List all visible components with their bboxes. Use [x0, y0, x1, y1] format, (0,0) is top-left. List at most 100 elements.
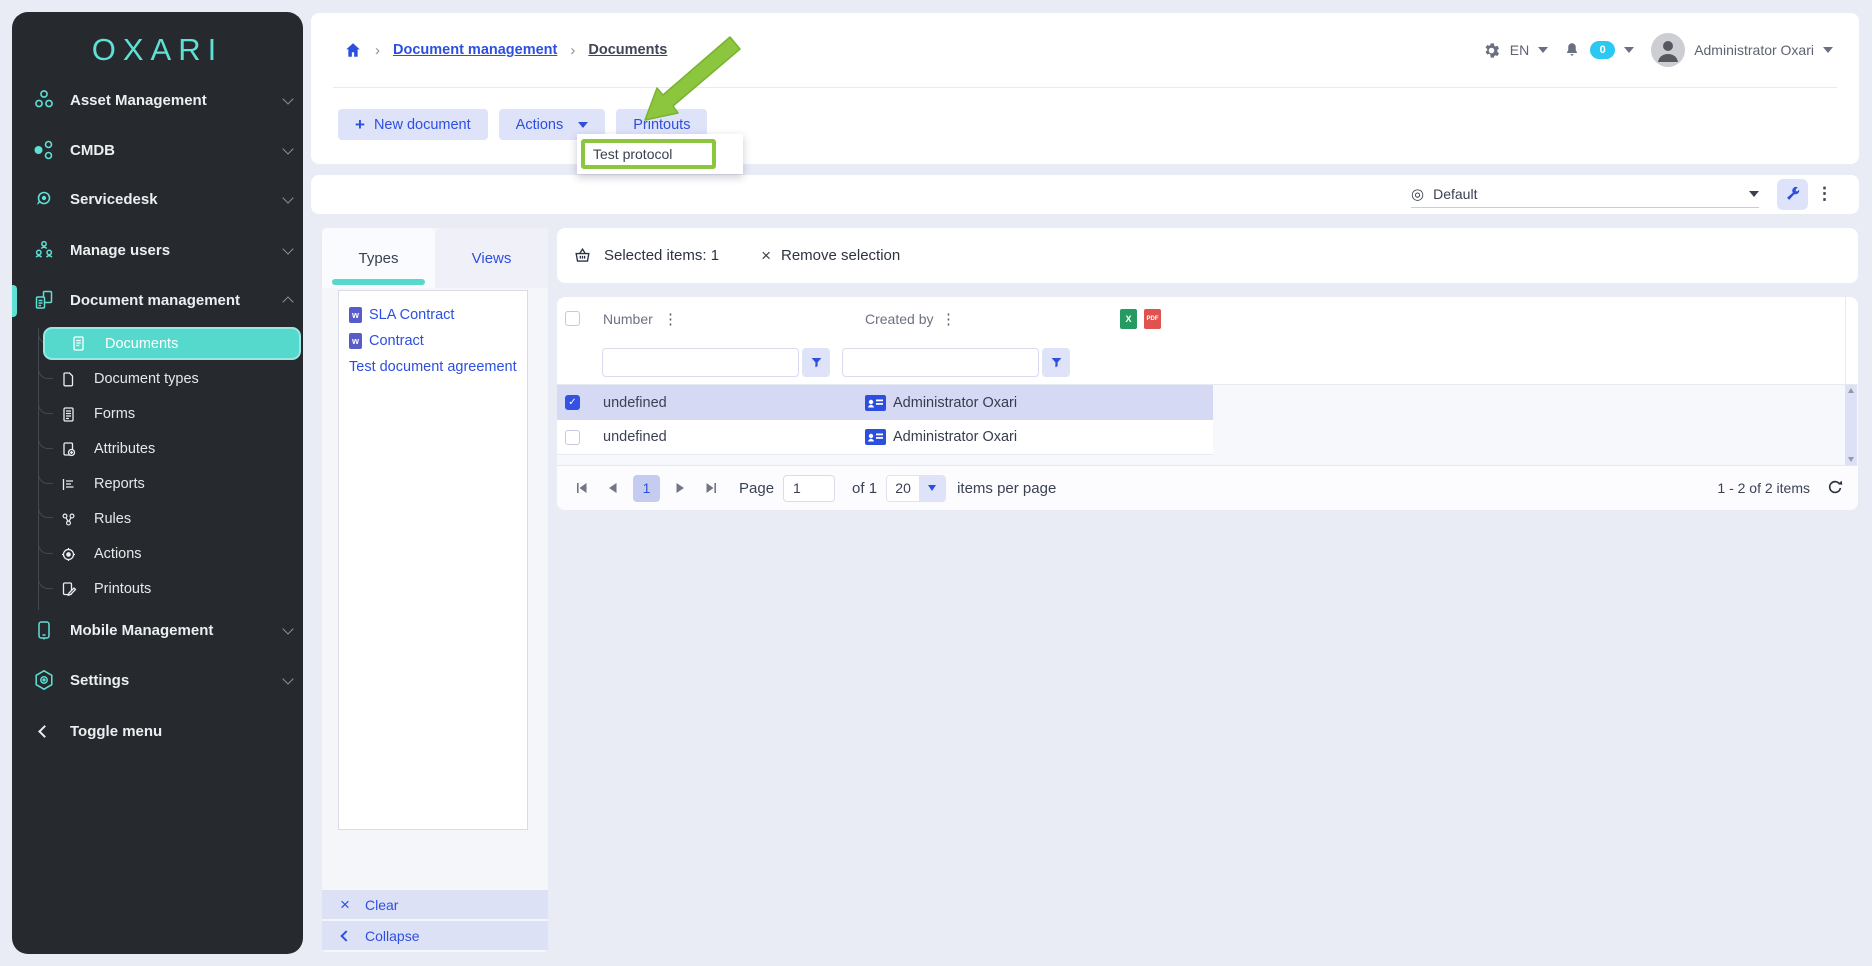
sidebar-item-printouts[interactable]: Printouts: [12, 574, 303, 604]
wrench-icon: [1784, 186, 1801, 203]
chevron-left-icon: [38, 725, 51, 738]
type-item-contract[interactable]: w Contract: [349, 328, 517, 354]
documents-table: Number ⋮ Created by ⋮ X PDF: [557, 297, 1858, 510]
contact-card-icon: [865, 395, 886, 411]
header-divider: [333, 87, 1837, 88]
chevron-up-icon: [282, 296, 293, 307]
header-controls: EN 0 Administrator Oxari: [1482, 13, 1833, 87]
table-row[interactable]: undefined Administrator Oxari: [557, 420, 1213, 455]
table-body: ✓ undefined Administrator Oxari undefine…: [557, 385, 1858, 465]
table-row[interactable]: ✓ undefined Administrator Oxari: [557, 385, 1213, 420]
row-checkbox[interactable]: [565, 430, 580, 445]
select-all-checkbox[interactable]: [565, 311, 580, 326]
vertical-scrollbar[interactable]: [1845, 385, 1857, 465]
number-filter-button[interactable]: [802, 348, 830, 377]
column-header-created-by: Created by: [865, 311, 933, 327]
export-pdf-icon[interactable]: PDF: [1144, 309, 1161, 329]
next-page-button[interactable]: [669, 477, 691, 499]
sidebar-item-document-management[interactable]: Document management: [12, 280, 303, 320]
types-views-panel: Types Views w SLA Contract w Contract Te…: [322, 228, 548, 952]
refresh-icon[interactable]: [1826, 479, 1844, 497]
kebab-menu-icon[interactable]: ⋮: [1816, 184, 1833, 204]
items-range-label: 1 - 2 of 2 items: [1717, 480, 1810, 496]
chevron-down-icon[interactable]: [1823, 47, 1833, 53]
sidebar-item-forms[interactable]: Forms: [12, 399, 303, 429]
export-excel-icon[interactable]: X: [1120, 309, 1137, 329]
sidebar-item-actions[interactable]: Actions: [12, 539, 303, 569]
user-menu[interactable]: Administrator Oxari: [1694, 42, 1814, 58]
page-size-select[interactable]: 20: [886, 475, 946, 502]
filter-row: [557, 340, 1858, 385]
created-by-filter-input[interactable]: [842, 348, 1039, 377]
sidebar-item-attributes[interactable]: Attributes: [12, 434, 303, 464]
breadcrumb-document-management[interactable]: Document management: [393, 42, 557, 58]
sidebar-item-mobile-management[interactable]: Mobile Management: [12, 610, 303, 650]
clear-button[interactable]: × Clear: [322, 890, 548, 919]
breadcrumb-documents[interactable]: Documents: [588, 42, 667, 58]
sidebar-item-settings[interactable]: Settings: [12, 660, 303, 700]
notification-badge: 0: [1590, 41, 1615, 59]
tab-types[interactable]: Types: [322, 228, 435, 288]
created-by-filter-button[interactable]: [1042, 348, 1070, 377]
chevron-down-icon: [282, 623, 293, 634]
documents-icon: [70, 335, 87, 352]
language-selector[interactable]: EN: [1510, 42, 1529, 58]
chevron-down-icon: [282, 93, 293, 104]
word-doc-icon: w: [349, 307, 362, 323]
home-icon[interactable]: [344, 41, 362, 59]
x-icon: ×: [340, 896, 350, 913]
previous-page-button[interactable]: [602, 477, 624, 499]
scroll-down-icon: [1848, 457, 1854, 462]
first-page-button[interactable]: [571, 477, 593, 499]
new-document-button[interactable]: + New document: [338, 109, 488, 140]
type-item-test-document-agreement[interactable]: Test document agreement: [349, 354, 517, 380]
sidebar-item-asset-management[interactable]: Asset Management: [12, 80, 303, 120]
basket-icon: [573, 246, 592, 265]
cmdb-icon: [32, 138, 56, 162]
type-item-sla-contract[interactable]: w SLA Contract: [349, 302, 517, 328]
mobile-management-icon: [32, 618, 56, 642]
collapse-button[interactable]: Collapse: [322, 921, 548, 950]
sidebar-item-servicedesk[interactable]: Servicedesk: [12, 179, 303, 219]
bell-icon[interactable]: [1563, 41, 1581, 59]
printouts-menu-item-test-protocol[interactable]: Test protocol: [585, 146, 672, 162]
annotation-highlight-box: Test protocol: [581, 139, 716, 169]
number-filter-input[interactable]: [602, 348, 799, 377]
filter-funnel-icon: [810, 356, 823, 369]
active-tab-indicator: [332, 279, 425, 285]
toggle-menu-button[interactable]: Toggle menu: [12, 711, 303, 751]
sidebar-item-reports[interactable]: Reports: [12, 469, 303, 499]
view-select-dropdown[interactable]: ◎ Default: [1411, 181, 1759, 208]
gear-icon[interactable]: [1482, 41, 1501, 60]
chevron-down-icon[interactable]: [1538, 47, 1548, 53]
breadcrumb: › Document management › Documents: [344, 13, 667, 87]
page-of-label: of 1: [852, 480, 877, 497]
avatar[interactable]: [1651, 33, 1685, 67]
pagination-bar: 1 Page of 1 20 items per page 1 - 2 of 2…: [557, 465, 1858, 510]
remove-selection-button[interactable]: Remove selection: [781, 247, 900, 264]
breadcrumb-separator: ›: [570, 42, 575, 59]
x-icon[interactable]: ×: [761, 246, 771, 266]
last-page-button[interactable]: [700, 477, 722, 499]
chevron-down-icon: [282, 243, 293, 254]
sidebar-item-cmdb[interactable]: CMDB: [12, 130, 303, 170]
header-card: › Document management › Documents EN 0: [311, 13, 1859, 164]
reports-icon: [60, 476, 77, 493]
rules-icon: [60, 511, 77, 528]
page-1-button[interactable]: 1: [633, 475, 660, 502]
tab-views[interactable]: Views: [435, 228, 548, 288]
chevron-down-icon[interactable]: [1624, 47, 1634, 53]
app-root: OXARI Asset Management CMDB Servicedesk: [0, 0, 1872, 966]
page-number-input[interactable]: [783, 475, 835, 502]
column-menu-icon[interactable]: ⋮: [941, 310, 956, 328]
row-checkbox-checked[interactable]: ✓: [565, 395, 580, 410]
sidebar-item-manage-users[interactable]: Manage users: [12, 230, 303, 270]
selected-items-label: Selected items: 1: [604, 247, 719, 264]
word-doc-icon: w: [349, 333, 362, 349]
forms-icon: [60, 406, 77, 423]
sidebar-item-document-types[interactable]: Document types: [12, 364, 303, 394]
column-menu-icon[interactable]: ⋮: [663, 310, 678, 328]
configure-columns-button[interactable]: [1777, 179, 1808, 210]
sidebar-item-documents[interactable]: Documents: [43, 327, 301, 360]
sidebar-item-rules[interactable]: Rules: [12, 504, 303, 534]
